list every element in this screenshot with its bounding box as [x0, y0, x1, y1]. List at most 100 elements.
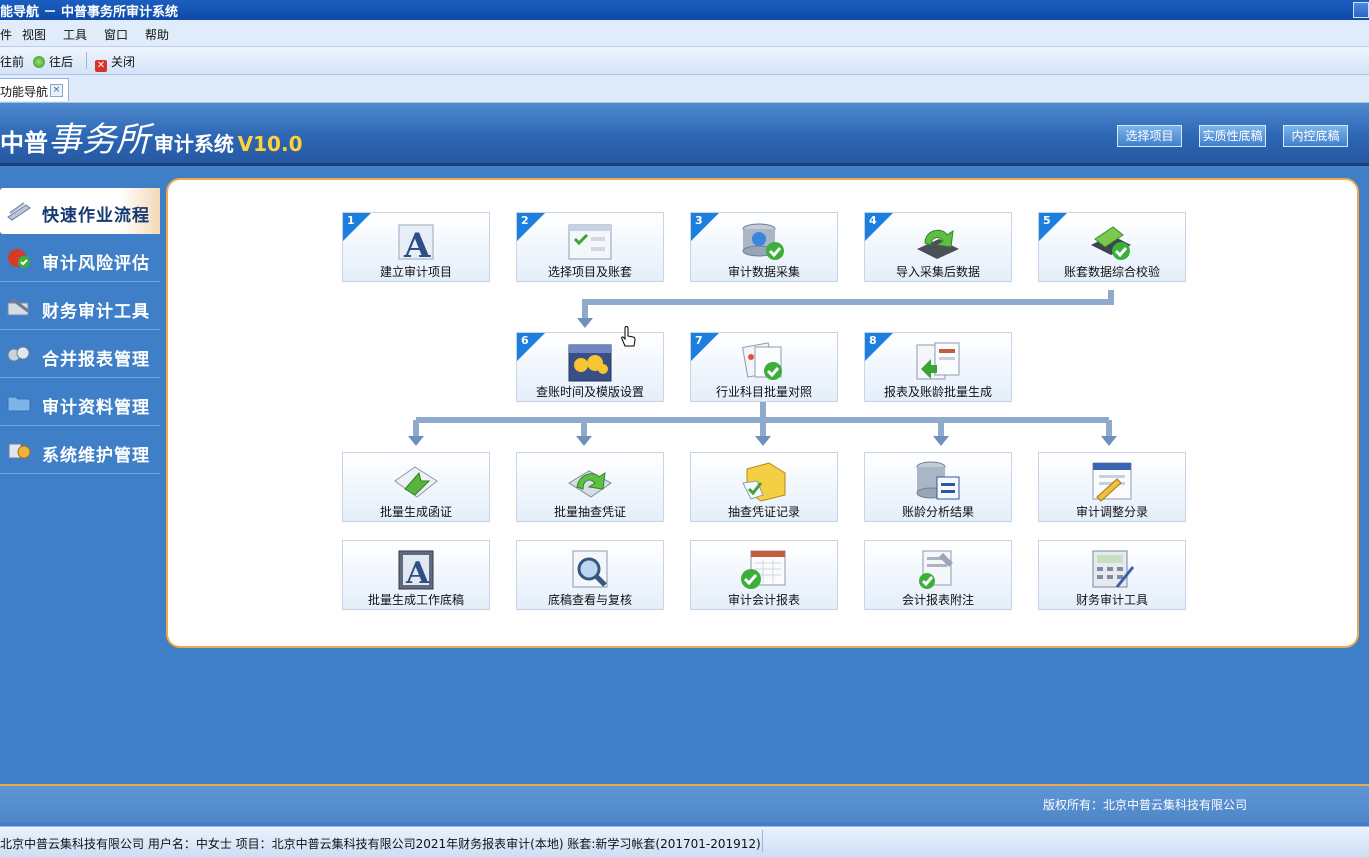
logo-version: V10.0 — [237, 132, 303, 156]
folder-check-icon — [742, 462, 786, 502]
tool-label: 批量生成工作底稿 — [367, 593, 464, 607]
step-label: 选择项目及账套 — [547, 265, 632, 279]
tools-icon — [7, 297, 29, 316]
step-verify-data[interactable]: 5 账套数据综合校验 — [1038, 212, 1186, 282]
sidebar-item-financial-tools[interactable]: 财务审计工具 — [0, 284, 160, 330]
sidebar-item-label: 快速作业流程 — [42, 206, 150, 226]
sidebar-item-system-maintenance[interactable]: 系统维护管理 — [0, 428, 160, 474]
step-label: 账套数据综合校验 — [1063, 265, 1160, 279]
forward-button[interactable]: 往后 — [33, 53, 73, 70]
forward-label: 往后 — [49, 55, 74, 69]
database-globe-icon — [742, 223, 784, 260]
step-audit-period-template[interactable]: 6 查账时间及模版设置 — [516, 332, 664, 402]
internal-control-workpaper-button[interactable]: 内控底稿 — [1283, 125, 1348, 147]
tool-audit-adjusting-entries[interactable]: 审计调整分录 — [1038, 452, 1186, 522]
edit-entry-icon — [1092, 462, 1132, 502]
tool-financial-statement-notes[interactable]: 会计报表附注 — [864, 540, 1012, 610]
tool-workpaper-review[interactable]: 底稿查看与复核 — [516, 540, 664, 610]
sidebar-item-label: 合并报表管理 — [42, 350, 150, 370]
menu-view[interactable]: 视图 — [22, 26, 46, 43]
tool-label: 账龄分析结果 — [901, 505, 974, 519]
window-corner-button[interactable] — [1353, 2, 1369, 18]
verify-check-icon — [1091, 226, 1131, 260]
sidebar-divider — [0, 329, 160, 330]
svg-text:A: A — [405, 556, 430, 591]
tool-audit-financial-statements[interactable]: 审计会计报表 — [690, 540, 838, 610]
sidebar-item-audit-materials[interactable]: 审计资料管理 — [0, 380, 160, 426]
logo-text-2: 事务所 — [48, 120, 150, 160]
step-number: 3 — [695, 214, 703, 227]
close-button[interactable]: ✕ 关闭 — [95, 53, 135, 72]
system-icon — [8, 443, 31, 459]
step-number: 4 — [869, 214, 877, 227]
step-number: 2 — [521, 214, 529, 227]
step-label: 行业科目批量对照 — [715, 385, 812, 399]
tool-financial-audit-tools[interactable]: 财务审计工具 — [1038, 540, 1186, 610]
tool-batch-confirmations[interactable]: 批量生成函证 — [342, 452, 490, 522]
import-arrow-icon — [917, 229, 959, 259]
window-controls — [1309, 2, 1369, 18]
tool-batch-workpapers[interactable]: A 批量生成工作底稿 — [342, 540, 490, 610]
voucher-arrow-icon — [568, 470, 612, 498]
tool-aging-analysis-results[interactable]: 账龄分析结果 — [864, 452, 1012, 522]
step-label: 查账时间及模版设置 — [535, 385, 644, 399]
logo-text-1: 中普 — [0, 128, 48, 157]
sidebar-item-label: 财务审计工具 — [42, 302, 150, 322]
sidebar-item-quick-workflow[interactable]: 快速作业流程 — [0, 188, 160, 234]
toolbar: 往前 往后 ✕ 关闭 — [0, 47, 1369, 75]
tool-label: 审计调整分录 — [1075, 505, 1148, 519]
toolbar-separator — [86, 52, 87, 69]
sidebar-divider — [0, 377, 160, 378]
step-data-collection[interactable]: 3 审计数据采集 — [690, 212, 838, 282]
step-select-project[interactable]: 2 选择项目及账套 — [516, 212, 664, 282]
logo-text-3: 审计系统 — [153, 132, 234, 156]
risk-icon — [8, 249, 30, 268]
title-bar: 能导航 － 中普事务所审计系统 — [0, 0, 1369, 20]
sidebar-item-risk-assessment[interactable]: 审计风险评估 — [0, 236, 160, 282]
select-project-button[interactable]: 选择项目 — [1117, 125, 1182, 147]
letter-envelope-icon — [394, 466, 438, 498]
step-industry-account-mapping[interactable]: 7 行业科目批量对照 — [690, 332, 838, 402]
workflow-panel: 1 A 建立审计项目 2 选择项目及账套 3 审计数据采集 4 导入采集后数据 … — [166, 178, 1359, 648]
tab-close-icon[interactable]: × — [50, 84, 63, 97]
status-separator — [762, 830, 763, 852]
compare-check-icon — [742, 342, 782, 380]
menu-tools[interactable]: 工具 — [63, 26, 87, 43]
window-check-icon — [568, 224, 612, 260]
sidebar-divider — [0, 281, 160, 282]
step-create-project[interactable]: 1 A 建立审计项目 — [342, 212, 490, 282]
step-import-data[interactable]: 4 导入采集后数据 — [864, 212, 1012, 282]
copyright-text: 版权所有：北京中普云集科技有限公司 — [1043, 798, 1248, 812]
back-button[interactable]: 往前 — [0, 53, 24, 70]
close-label: 关闭 — [111, 55, 136, 69]
tab-function-nav[interactable]: 功能导航 × — [0, 78, 69, 101]
flow-arrowhead — [577, 318, 593, 328]
db-list-icon — [916, 461, 960, 500]
flow-arrow-row1 — [582, 290, 1114, 322]
header-divider — [0, 163, 1369, 166]
step-report-aging-generate[interactable]: 8 报表及账龄批量生成 — [864, 332, 1012, 402]
menu-help[interactable]: 帮助 — [145, 26, 169, 43]
tab-label: 功能导航 — [0, 85, 49, 99]
letter-a-icon: A — [398, 224, 434, 263]
step-number: 8 — [869, 334, 877, 347]
menu-file[interactable]: 件 — [0, 26, 12, 43]
pen-icon — [7, 202, 31, 221]
menu-window[interactable]: 窗口 — [104, 26, 128, 43]
substantive-workpaper-button[interactable]: 实质性底稿 — [1199, 125, 1266, 147]
tool-label: 会计报表附注 — [901, 593, 974, 607]
step-number: 5 — [1043, 214, 1051, 227]
step-label: 导入采集后数据 — [895, 265, 980, 279]
step-label: 建立审计项目 — [379, 265, 452, 279]
hand-cursor-icon — [621, 326, 636, 347]
notes-icon — [919, 550, 953, 589]
step-label: 审计数据采集 — [727, 265, 800, 279]
tool-voucher-sampling-records[interactable]: 抽查凭证记录 — [690, 452, 838, 522]
tool-batch-voucher-sampling[interactable]: 批量抽查凭证 — [516, 452, 664, 522]
sidebar-item-consolidation[interactable]: 合并报表管理 — [0, 332, 160, 378]
tab-strip: 功能导航 × — [0, 75, 1369, 103]
app-logo: 中普事务所 审计系统 V10.0 — [0, 112, 302, 161]
step-number: 6 — [521, 334, 529, 347]
menu-bar: 件 视图 工具 窗口 帮助 — [0, 20, 1369, 47]
tool-label: 批量生成函证 — [379, 505, 452, 519]
